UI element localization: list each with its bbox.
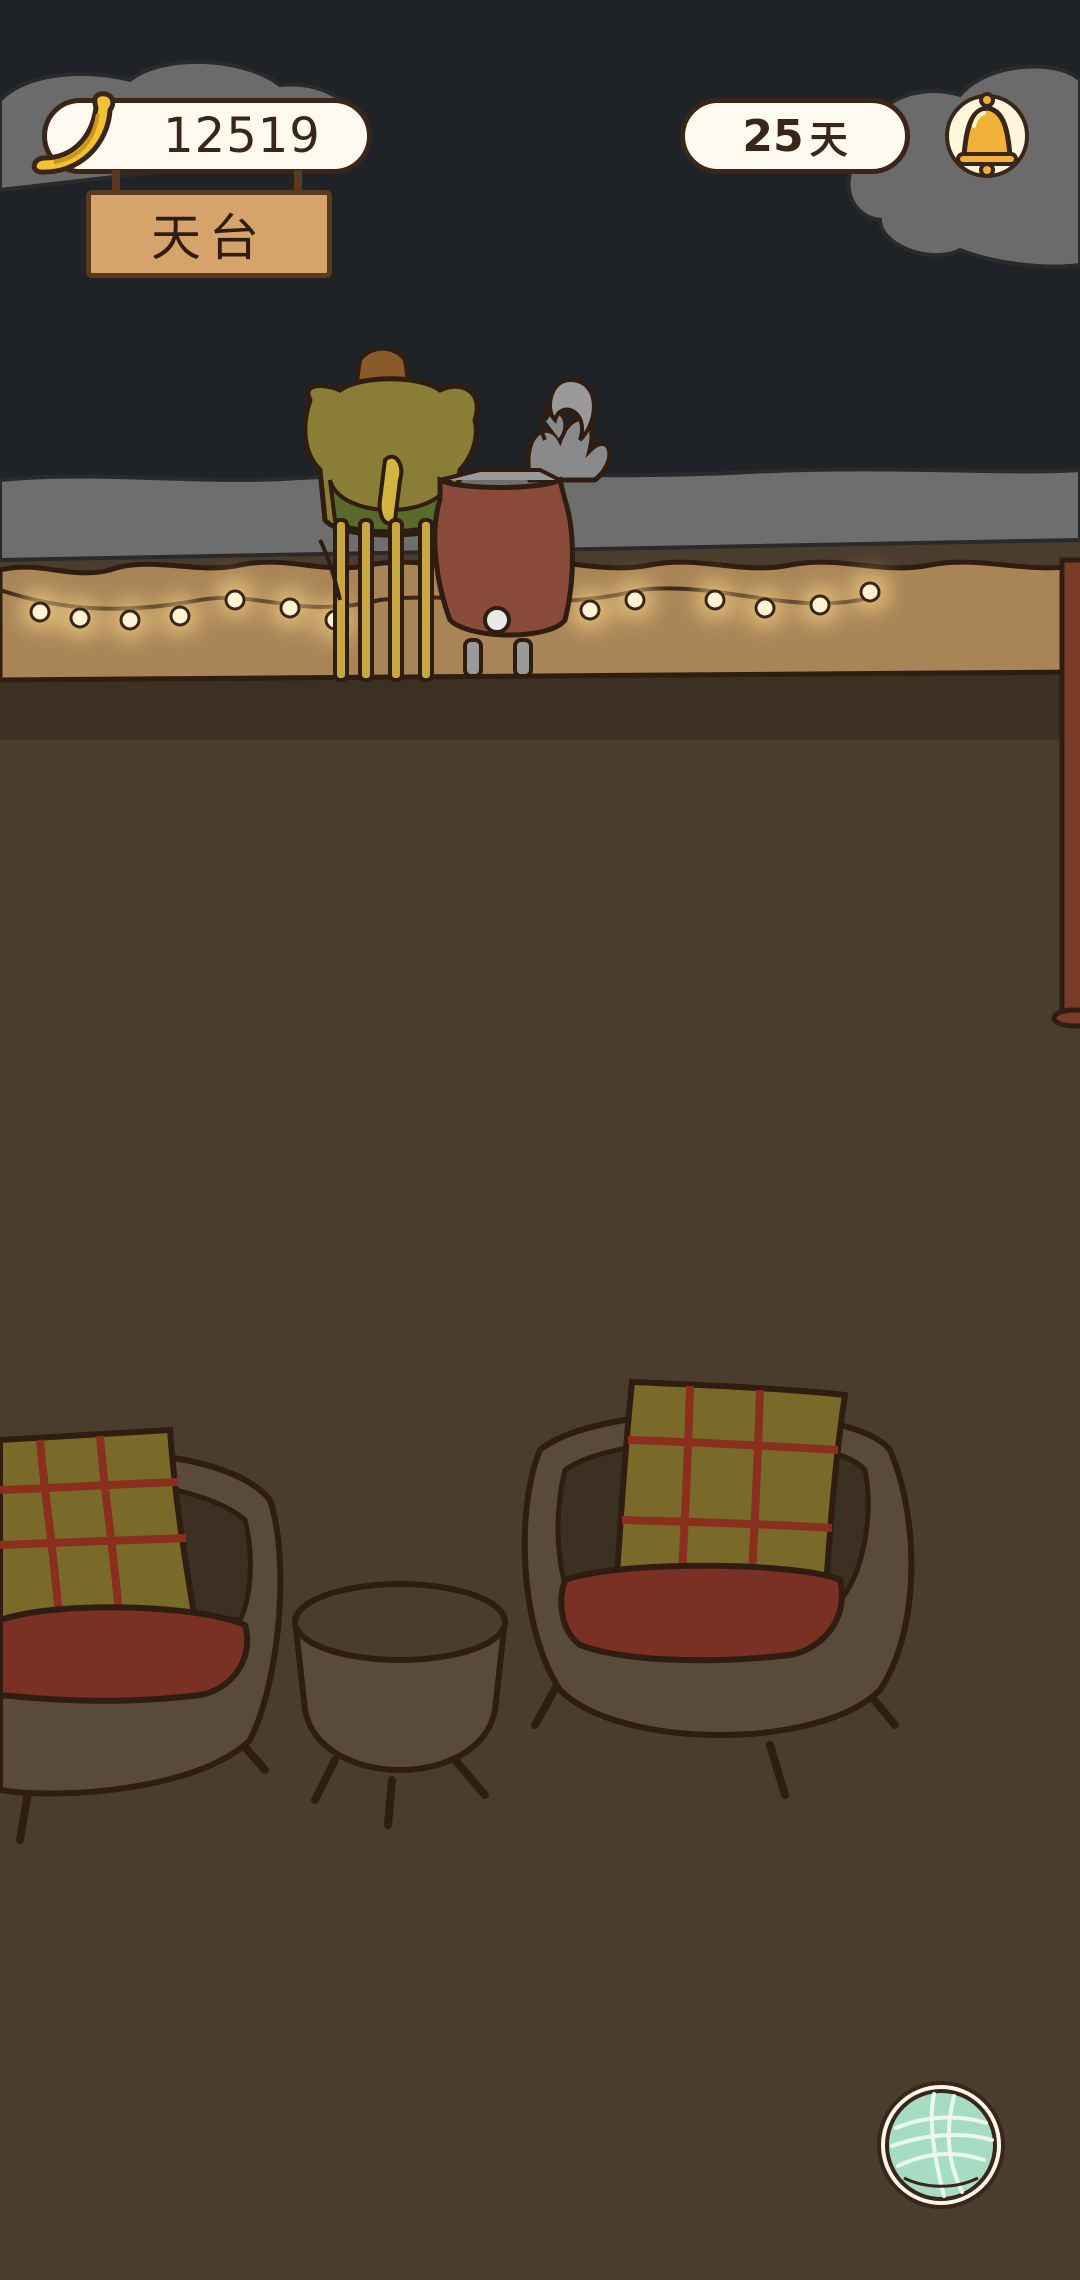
wall-shadow [0, 672, 1080, 745]
location-sign: 天台 [86, 190, 332, 278]
rooftop-scene [0, 0, 1080, 2280]
yarn-ball-icon[interactable] [874, 2078, 1008, 2212]
day-unit: 天 [809, 117, 848, 162]
bell-icon[interactable] [944, 86, 1030, 186]
banana-icon [31, 91, 116, 175]
day-counter[interactable]: 25 天 [680, 98, 910, 174]
day-value: 25 [742, 110, 804, 162]
coin-count: 12519 [163, 108, 321, 164]
location-name: 天台 [151, 209, 267, 267]
